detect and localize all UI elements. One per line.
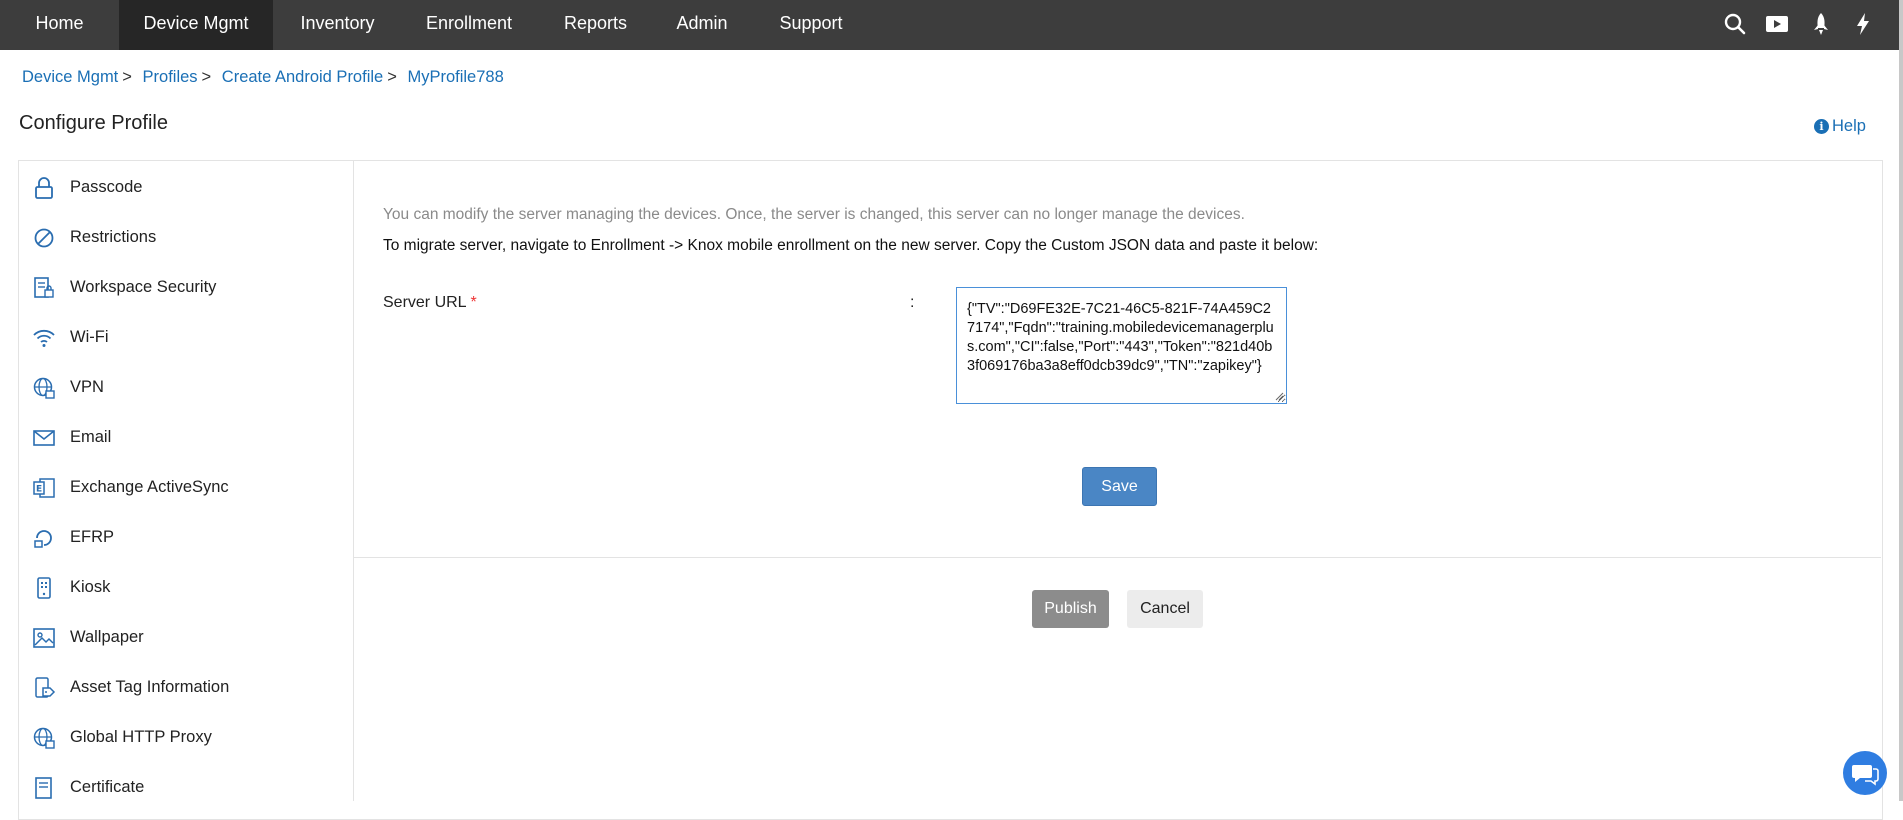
cancel-button[interactable]: Cancel	[1127, 590, 1203, 628]
nav-enrollment[interactable]: Enrollment	[410, 0, 528, 50]
sidebar-item-label: Passcode	[70, 178, 143, 196]
sidebar-item-label: Wi-Fi	[70, 328, 109, 346]
chat-button[interactable]	[1843, 751, 1887, 795]
section-divider	[353, 557, 1881, 558]
nav-support[interactable]: Support	[764, 0, 858, 50]
nav-admin[interactable]: Admin	[661, 0, 743, 50]
breadcrumb-profiles[interactable]: Profiles	[143, 68, 198, 86]
restriction-icon	[34, 228, 54, 248]
publish-button[interactable]: Publish	[1032, 590, 1109, 628]
sidebar-item-efrp[interactable]: EFRP	[18, 516, 352, 560]
server-url-label-text: Server URL	[383, 294, 466, 311]
sidebar-item-certificate[interactable]: Certificate	[18, 766, 352, 810]
breadcrumb-separator: >	[387, 68, 397, 86]
nav-home[interactable]: Home	[0, 0, 119, 50]
save-button[interactable]: Save	[1082, 467, 1157, 506]
sidebar-item-label: Certificate	[70, 778, 145, 796]
sidebar-item-restrictions[interactable]: Restrictions	[18, 216, 352, 260]
certificate-icon	[35, 777, 52, 799]
sidebar-item-label: Workspace Security	[70, 278, 217, 296]
sidebar-item-kiosk[interactable]: Kiosk	[18, 566, 352, 610]
sidebar-item-label: Asset Tag Information	[70, 678, 230, 696]
info-icon: i	[1814, 119, 1829, 134]
wallpaper-icon	[33, 628, 55, 648]
top-navigation-bar: Home Device Mgmt Inventory Enrollment Re…	[0, 0, 1903, 50]
sidebar-item-passcode[interactable]: Passcode	[18, 166, 352, 210]
email-icon	[33, 430, 55, 446]
video-icon[interactable]	[1764, 11, 1790, 37]
server-url-textarea[interactable]: {"TV":"D69FE32E-7C21-46C5-821F-74A459C27…	[956, 287, 1287, 404]
sidebar-item-label: Global HTTP Proxy	[70, 728, 212, 746]
globe-icon	[33, 727, 55, 749]
resize-handle-icon[interactable]	[1274, 391, 1284, 401]
field-colon: :	[910, 294, 915, 311]
server-url-value: {"TV":"D69FE32E-7C21-46C5-821F-74A459C27…	[967, 301, 1274, 374]
sidebar-item-label: Wallpaper	[70, 628, 144, 646]
sidebar-item-wifi[interactable]: Wi-Fi	[18, 316, 352, 360]
lock-icon	[35, 177, 53, 199]
chat-icon	[1852, 765, 1879, 786]
migration-instruction-text: To migrate server, navigate to Enrollmen…	[383, 237, 1319, 254]
breadcrumb-separator: >	[201, 68, 212, 86]
page-scrollbar[interactable]	[1899, 0, 1903, 801]
asset-tag-icon	[35, 677, 56, 698]
nav-inventory[interactable]: Inventory	[279, 0, 396, 50]
sidebar-item-label: Exchange ActiveSync	[70, 478, 229, 496]
sidebar-item-label: EFRP	[70, 528, 115, 546]
svg-text:E: E	[36, 485, 42, 495]
sidebar-item-email[interactable]: Email	[18, 416, 352, 460]
sidebar-item-label: VPN	[70, 378, 104, 396]
required-asterisk: *	[470, 294, 477, 311]
kiosk-icon	[37, 577, 51, 599]
efrp-icon	[34, 530, 52, 548]
workspace-security-icon	[34, 277, 54, 298]
breadcrumb-device-mgmt[interactable]: Device Mgmt	[22, 68, 118, 86]
page-title: Configure Profile	[19, 112, 168, 134]
wifi-icon	[33, 329, 55, 347]
sidebar-item-workspace-security[interactable]: Workspace Security	[18, 266, 352, 310]
help-link[interactable]: i Help	[1814, 117, 1866, 136]
breadcrumb: Device Mgmt > Profiles > Create Android Pr…	[22, 68, 504, 87]
sidebar-item-global-http-proxy[interactable]: Global HTTP Proxy	[18, 716, 352, 760]
flash-icon[interactable]	[1850, 11, 1876, 37]
help-label: Help	[1832, 117, 1866, 135]
sidebar-item-asset-tag-information[interactable]: Asset Tag Information	[18, 666, 352, 710]
sidebar-item-wallpaper[interactable]: Wallpaper	[18, 616, 352, 660]
exchange-icon: E	[33, 478, 55, 498]
server-url-label: Server URL *	[383, 294, 477, 312]
profile-settings-sidebar: Passcode Restrictions Workspace Security…	[18, 160, 354, 801]
breadcrumb-separator: >	[122, 68, 132, 86]
nav-reports[interactable]: Reports	[548, 0, 643, 50]
sidebar-item-label: Restrictions	[70, 228, 157, 246]
nav-device-mgmt[interactable]: Device Mgmt	[119, 0, 273, 50]
server-change-info-text: You can modify the server managing the d…	[383, 206, 1245, 223]
sidebar-item-label: Kiosk	[70, 578, 111, 596]
sidebar-item-label: Email	[70, 428, 112, 446]
breadcrumb-current-profile[interactable]: MyProfile788	[407, 68, 503, 86]
rocket-icon[interactable]	[1808, 11, 1834, 37]
sidebar-item-exchange-activesync[interactable]: E Exchange ActiveSync	[18, 466, 352, 510]
sidebar-item-vpn[interactable]: VPN	[18, 366, 352, 410]
breadcrumb-create-android-profile[interactable]: Create Android Profile	[222, 68, 383, 86]
search-icon[interactable]	[1722, 11, 1748, 37]
globe-lock-icon	[33, 377, 55, 399]
